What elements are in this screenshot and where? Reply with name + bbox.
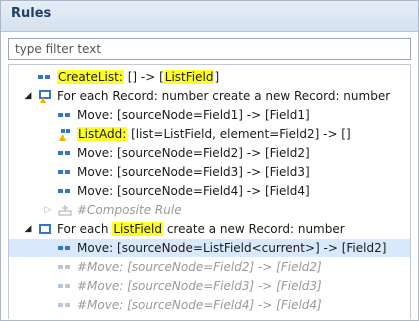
tree-item-label: Move: [sourceNode=Field1] -> [Field1]: [77, 108, 310, 122]
tree-item-label: CreateList: [] -> [ListField]: [57, 68, 219, 86]
tree-item-label: #Composite Rule: [77, 203, 182, 217]
move-rule-icon: [58, 189, 70, 193]
collapsed-toggle-icon[interactable]: ▷: [42, 204, 54, 216]
panel-title: Rules: [11, 6, 52, 21]
tree-item-move-listfield-current[interactable]: Move: [sourceNode=ListField<current>] ->…: [9, 239, 410, 257]
tree-item-label: Move: [sourceNode=Field4] -> [Field4]: [77, 184, 310, 198]
tree-item-label: #Move: [sourceNode=Field3] -> [Field3]: [77, 279, 322, 293]
move-rule-disabled-icon: [58, 265, 70, 269]
tree-item-label: Move: [sourceNode=Field2] -> [Field2]: [77, 146, 310, 160]
tree-item-createlist[interactable]: CreateList: [] -> [ListField]: [9, 68, 410, 86]
move-rule-icon: [58, 246, 70, 250]
tree-item-label: Move: [sourceNode=ListField<current>] ->…: [77, 241, 387, 255]
move-rule-icon: [58, 151, 70, 155]
tree-item-move-field3[interactable]: Move: [sourceNode=Field3] -> [Field3]: [9, 163, 410, 181]
tree-item-composite-rule[interactable]: ▷ #Composite Rule: [9, 201, 410, 219]
label-text: [] -> [: [123, 70, 164, 84]
filter-field[interactable]: [8, 38, 411, 60]
move-rule-icon: [58, 113, 70, 117]
tree-item-label: For each ListField create a new Record: …: [57, 220, 345, 238]
tree-item-move-field2[interactable]: Move: [sourceNode=Field2] -> [Field2]: [9, 144, 410, 162]
tree-item-disabled-move-field3[interactable]: #Move: [sourceNode=Field3] -> [Field3]: [9, 277, 410, 295]
label-text: [list=ListField, element=Field2] -> []: [127, 127, 351, 141]
highlight-match: ListField: [112, 222, 164, 236]
tree-item-label: #Move: [sourceNode=Field4] -> [Field4]: [77, 298, 322, 312]
move-rule-disabled-icon: [58, 284, 70, 288]
tree-item-label: For each Record: number create a new Rec…: [57, 89, 391, 103]
loop-rule-icon: [39, 224, 51, 234]
tree-item-listadd[interactable]: ListAdd: [list=ListField, element=Field2…: [9, 125, 410, 143]
highlight-match: CreateList:: [57, 70, 124, 84]
label-text: ]: [214, 70, 220, 84]
move-rule-icon: [38, 75, 50, 79]
tree-item-disabled-move-field2[interactable]: #Move: [sourceNode=Field2] -> [Field2]: [9, 258, 410, 276]
filter-input[interactable]: [9, 39, 410, 59]
loop-rule-warning-icon: [39, 90, 51, 103]
move-rule-disabled-icon: [58, 303, 70, 307]
tree-item-label: ListAdd: [list=ListField, element=Field2…: [77, 125, 351, 143]
rules-tree[interactable]: CreateList: [] -> [ListField] ◢ For each…: [8, 64, 411, 319]
tree-item-move-field1[interactable]: Move: [sourceNode=Field1] -> [Field1]: [9, 106, 410, 124]
label-text: For each: [57, 222, 113, 236]
label-text: create a new Record: number: [163, 222, 345, 236]
expand-toggle-icon[interactable]: ◢: [22, 90, 34, 102]
tree-item-label: #Move: [sourceNode=Field2] -> [Field2]: [77, 260, 322, 274]
tree-item-move-field4[interactable]: Move: [sourceNode=Field4] -> [Field4]: [9, 182, 410, 200]
move-rule-icon: [58, 170, 70, 174]
highlight-match: ListAdd:: [77, 127, 128, 141]
tree-item-for-each-listfield[interactable]: ◢ For each ListField create a new Record…: [9, 220, 410, 238]
tree-item-label: Move: [sourceNode=Field3] -> [Field3]: [77, 165, 310, 179]
expand-toggle-icon[interactable]: ◢: [22, 223, 34, 235]
panel-header: Rules: [1, 1, 418, 32]
warning-rule-icon: [59, 129, 70, 141]
tree-item-for-each-record[interactable]: ◢ For each Record: number create a new R…: [9, 87, 410, 105]
tree-item-disabled-move-field4[interactable]: #Move: [sourceNode=Field4] -> [Field4]: [9, 296, 410, 314]
composite-rule-icon: [58, 205, 72, 216]
highlight-match: ListField: [163, 70, 215, 84]
